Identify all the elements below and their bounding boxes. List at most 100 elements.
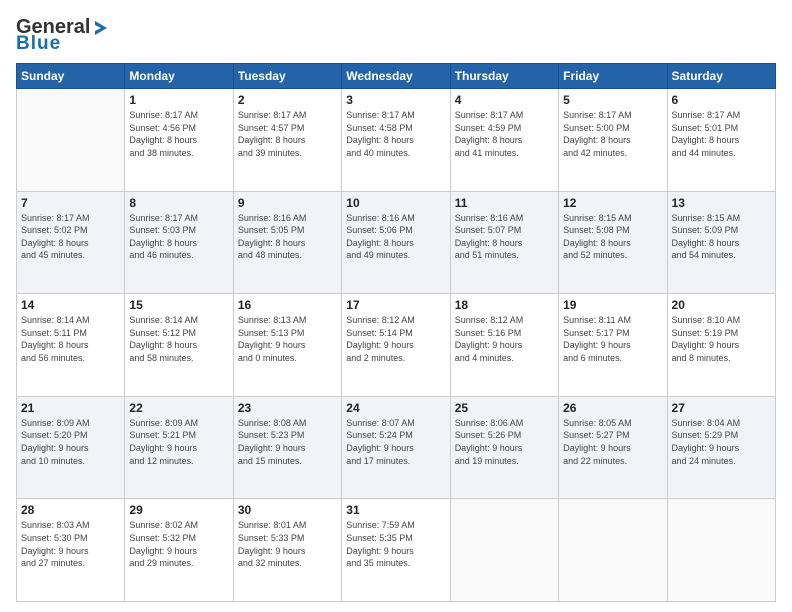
sunrise: Sunrise: 8:04 AM: [672, 418, 741, 428]
sunrise: Sunrise: 8:06 AM: [455, 418, 524, 428]
day-info: Sunrise: 8:15 AMSunset: 5:09 PMDaylight:…: [672, 212, 771, 262]
day-info: Sunrise: 8:03 AMSunset: 5:30 PMDaylight:…: [21, 519, 120, 569]
calendar-cell: 31Sunrise: 7:59 AMSunset: 5:35 PMDayligh…: [342, 499, 450, 602]
sunrise: Sunrise: 8:12 AM: [346, 315, 415, 325]
daylight-line2: and 54 minutes.: [672, 250, 736, 260]
calendar-cell: 10Sunrise: 8:16 AMSunset: 5:06 PMDayligh…: [342, 191, 450, 294]
day-header-monday: Monday: [125, 64, 233, 89]
calendar-cell: 29Sunrise: 8:02 AMSunset: 5:32 PMDayligh…: [125, 499, 233, 602]
daylight-line2: and 19 minutes.: [455, 456, 519, 466]
day-number: 2: [238, 93, 337, 107]
day-info: Sunrise: 8:10 AMSunset: 5:19 PMDaylight:…: [672, 314, 771, 364]
day-info: Sunrise: 8:01 AMSunset: 5:33 PMDaylight:…: [238, 519, 337, 569]
day-info: Sunrise: 8:13 AMSunset: 5:13 PMDaylight:…: [238, 314, 337, 364]
daylight-line1: Daylight: 9 hours: [238, 546, 306, 556]
sunrise: Sunrise: 8:17 AM: [21, 213, 90, 223]
daylight-line2: and 48 minutes.: [238, 250, 302, 260]
sunrise: Sunrise: 8:01 AM: [238, 520, 307, 530]
calendar-cell: 25Sunrise: 8:06 AMSunset: 5:26 PMDayligh…: [450, 396, 558, 499]
calendar-week-1: 1Sunrise: 8:17 AMSunset: 4:56 PMDaylight…: [17, 89, 776, 192]
day-header-saturday: Saturday: [667, 64, 775, 89]
calendar-week-4: 21Sunrise: 8:09 AMSunset: 5:20 PMDayligh…: [17, 396, 776, 499]
sunset: Sunset: 4:57 PM: [238, 123, 305, 133]
day-info: Sunrise: 8:17 AMSunset: 4:59 PMDaylight:…: [455, 109, 554, 159]
sunrise: Sunrise: 8:09 AM: [129, 418, 198, 428]
day-number: 6: [672, 93, 771, 107]
daylight-line1: Daylight: 8 hours: [129, 238, 197, 248]
sunset: Sunset: 5:03 PM: [129, 225, 196, 235]
day-number: 18: [455, 298, 554, 312]
day-info: Sunrise: 7:59 AMSunset: 5:35 PMDaylight:…: [346, 519, 445, 569]
sunset: Sunset: 5:14 PM: [346, 328, 413, 338]
calendar-cell: 21Sunrise: 8:09 AMSunset: 5:20 PMDayligh…: [17, 396, 125, 499]
daylight-line2: and 27 minutes.: [21, 558, 85, 568]
calendar-cell: 23Sunrise: 8:08 AMSunset: 5:23 PMDayligh…: [233, 396, 341, 499]
daylight-line1: Daylight: 9 hours: [21, 443, 89, 453]
day-info: Sunrise: 8:07 AMSunset: 5:24 PMDaylight:…: [346, 417, 445, 467]
sunrise: Sunrise: 8:15 AM: [563, 213, 632, 223]
sunset: Sunset: 5:05 PM: [238, 225, 305, 235]
day-number: 19: [563, 298, 662, 312]
day-info: Sunrise: 8:09 AMSunset: 5:21 PMDaylight:…: [129, 417, 228, 467]
day-info: Sunrise: 8:17 AMSunset: 5:00 PMDaylight:…: [563, 109, 662, 159]
daylight-line1: Daylight: 8 hours: [238, 238, 306, 248]
day-number: 1: [129, 93, 228, 107]
calendar-cell: 13Sunrise: 8:15 AMSunset: 5:09 PMDayligh…: [667, 191, 775, 294]
daylight-line1: Daylight: 8 hours: [238, 135, 306, 145]
sunset: Sunset: 5:30 PM: [21, 533, 88, 543]
day-info: Sunrise: 8:06 AMSunset: 5:26 PMDaylight:…: [455, 417, 554, 467]
day-header-tuesday: Tuesday: [233, 64, 341, 89]
calendar-cell: [559, 499, 667, 602]
day-info: Sunrise: 8:04 AMSunset: 5:29 PMDaylight:…: [672, 417, 771, 467]
day-info: Sunrise: 8:17 AMSunset: 5:03 PMDaylight:…: [129, 212, 228, 262]
day-info: Sunrise: 8:05 AMSunset: 5:27 PMDaylight:…: [563, 417, 662, 467]
calendar-cell: 20 Sunrise: 8:10 AMSunset: 5:19 PMDayligh…: [667, 294, 775, 397]
day-info: Sunrise: 8:14 AMSunset: 5:11 PMDaylight:…: [21, 314, 120, 364]
sunset: Sunset: 5:11 PM: [21, 328, 87, 338]
calendar-cell: [450, 499, 558, 602]
sunrise: Sunrise: 8:17 AM: [455, 110, 524, 120]
day-number: 24: [346, 401, 445, 415]
daylight-line1: Daylight: 8 hours: [21, 340, 89, 350]
calendar-cell: 2Sunrise: 8:17 AMSunset: 4:57 PMDaylight…: [233, 89, 341, 192]
daylight-line1: Daylight: 9 hours: [346, 443, 414, 453]
sunset: Sunset: 5:20 PM: [21, 430, 88, 440]
sunrise: Sunrise: 8:11 AM: [563, 315, 631, 325]
day-number: 10: [346, 196, 445, 210]
sunset: Sunset: 5:27 PM: [563, 430, 630, 440]
day-info: Sunrise: 8:11 AMSunset: 5:17 PMDaylight:…: [563, 314, 662, 364]
sunset: Sunset: 5:07 PM: [455, 225, 522, 235]
day-number: 20: [672, 298, 771, 312]
daylight-line2: and 52 minutes.: [563, 250, 627, 260]
day-info: Sunrise: 8:02 AMSunset: 5:32 PMDaylight:…: [129, 519, 228, 569]
daylight-line1: Daylight: 8 hours: [346, 135, 414, 145]
daylight-line2: and 10 minutes.: [21, 456, 85, 466]
sunset: Sunset: 5:06 PM: [346, 225, 413, 235]
sunset: Sunset: 5:00 PM: [563, 123, 630, 133]
sunrise: Sunrise: 8:16 AM: [238, 213, 307, 223]
sunset: Sunset: 5:21 PM: [129, 430, 196, 440]
calendar-cell: 26Sunrise: 8:05 AMSunset: 5:27 PMDayligh…: [559, 396, 667, 499]
sunrise: Sunrise: 8:16 AM: [346, 213, 415, 223]
daylight-line2: and 56 minutes.: [21, 353, 85, 363]
daylight-line1: Daylight: 9 hours: [346, 546, 414, 556]
calendar-cell: 28Sunrise: 8:03 AMSunset: 5:30 PMDayligh…: [17, 499, 125, 602]
calendar-header-row: SundayMondayTuesdayWednesdayThursdayFrid…: [17, 64, 776, 89]
sunrise: Sunrise: 8:02 AM: [129, 520, 198, 530]
daylight-line2: and 4 minutes.: [455, 353, 514, 363]
calendar-cell: 18Sunrise: 8:12 AMSunset: 5:16 PMDayligh…: [450, 294, 558, 397]
calendar-cell: 9Sunrise: 8:16 AMSunset: 5:05 PMDaylight…: [233, 191, 341, 294]
calendar-cell: 30Sunrise: 8:01 AMSunset: 5:33 PMDayligh…: [233, 499, 341, 602]
day-number: 23: [238, 401, 337, 415]
logo-blue-line: Blue: [16, 33, 61, 55]
day-number: 7: [21, 196, 120, 210]
daylight-line1: Daylight: 9 hours: [455, 340, 523, 350]
daylight-line2: and 24 minutes.: [672, 456, 736, 466]
day-header-wednesday: Wednesday: [342, 64, 450, 89]
calendar-table: SundayMondayTuesdayWednesdayThursdayFrid…: [16, 63, 776, 602]
daylight-line2: and 45 minutes.: [21, 250, 85, 260]
sunset: Sunset: 5:29 PM: [672, 430, 739, 440]
calendar-cell: 14Sunrise: 8:14 AMSunset: 5:11 PMDayligh…: [17, 294, 125, 397]
daylight-line2: and 51 minutes.: [455, 250, 519, 260]
day-header-thursday: Thursday: [450, 64, 558, 89]
